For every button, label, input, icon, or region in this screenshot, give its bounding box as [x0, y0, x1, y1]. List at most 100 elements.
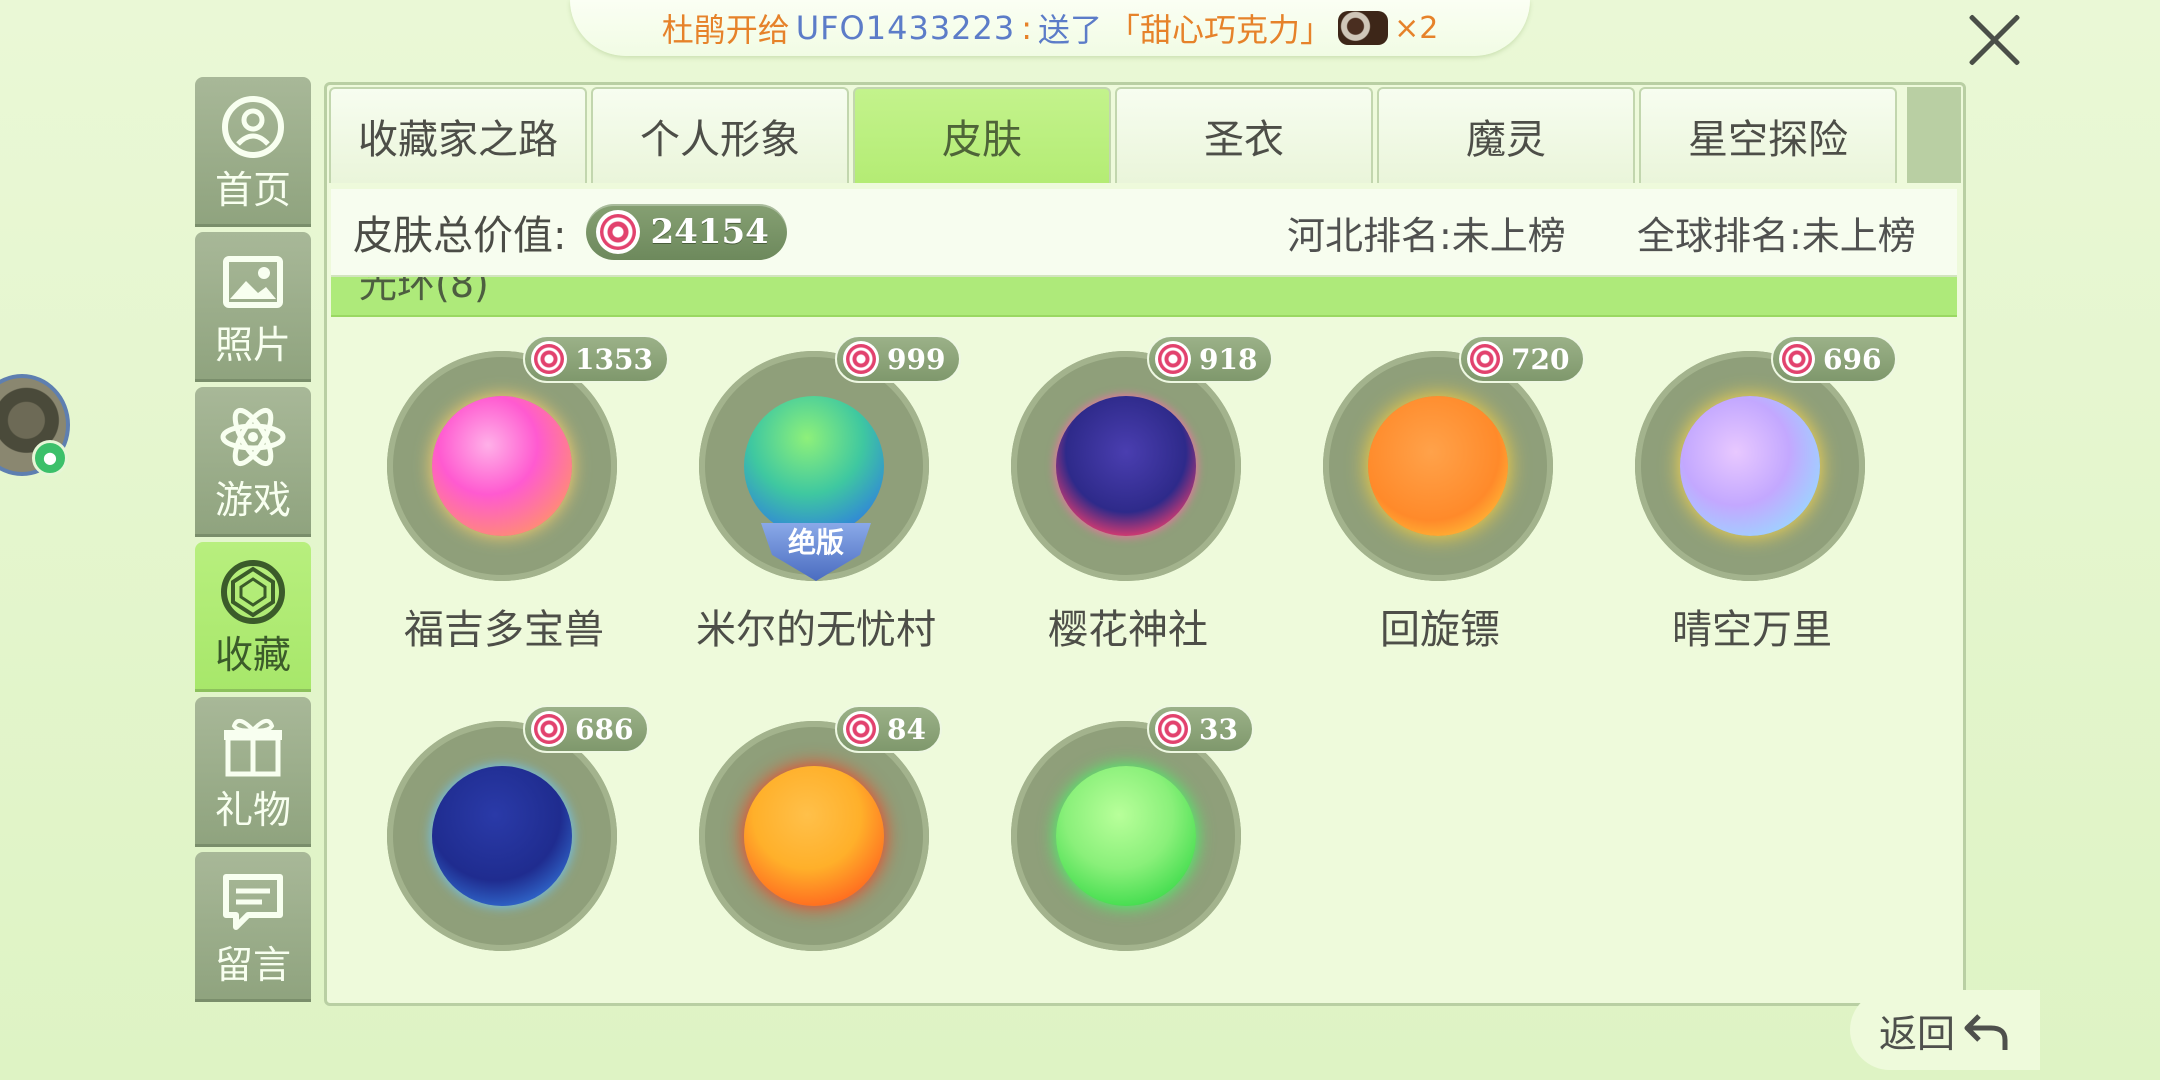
halo-orb: [1056, 396, 1196, 536]
skin-name: 晴空万里: [1672, 607, 1832, 653]
price-badge: 84: [835, 705, 942, 753]
skin-item[interactable]: 1353 福吉多宝兽: [339, 335, 669, 695]
candy-currency-icon: [1155, 711, 1191, 747]
price-value: 686: [575, 712, 634, 746]
sidebar-item-gift[interactable]: 礼物: [195, 697, 311, 847]
skin-item[interactable]: 84: [651, 705, 963, 1003]
skin-thumbnail: [387, 351, 617, 581]
collection-panel: 收藏家之路 个人形象 皮肤 圣衣 魔灵 星空探险 皮肤总价值: 24154 河北…: [324, 82, 1966, 1006]
total-value-badge: 24154: [586, 204, 787, 260]
skin-item[interactable]: 720 回旋镖: [1275, 335, 1587, 695]
price-value: 33: [1199, 712, 1238, 746]
skin-item[interactable]: 绝版 999 米尔的无忧村: [651, 335, 963, 695]
sidebar-item-label: 游戏: [214, 478, 291, 522]
tab-collector-road[interactable]: 收藏家之路: [329, 87, 587, 183]
candy-currency-icon: [1155, 341, 1191, 377]
price-value: 696: [1823, 342, 1882, 376]
banner-sender: 杜鹃开给: [661, 11, 790, 49]
candy-currency-icon: [1779, 341, 1815, 377]
sidebar-item-label: 礼物: [214, 788, 291, 832]
price-badge: 720: [1459, 335, 1586, 383]
price-value: 1353: [575, 342, 653, 376]
skin-thumbnail: [1323, 351, 1553, 581]
skin-name: 米尔的无忧村: [696, 607, 936, 653]
candy-currency-icon: [1467, 341, 1503, 377]
skin-thumbnail: [387, 721, 617, 951]
back-arrow-icon: [1964, 1014, 2008, 1050]
price-badge: 1353: [523, 335, 669, 383]
skin-value-summary: 皮肤总价值: 24154 河北排名:未上榜 全球排名:未上榜: [331, 189, 1957, 277]
skin-item[interactable]: 33: [963, 705, 1275, 1003]
close-icon[interactable]: [1964, 10, 2024, 70]
gift-icon: [224, 718, 282, 777]
sidebar-item-message[interactable]: 留言: [195, 852, 311, 1002]
price-badge: 999: [835, 335, 962, 383]
halo-orb: [1368, 396, 1508, 536]
gift-broadcast-banner: 杜鹃开给 UFO1433223 : 送了 「甜心巧克力」 ×2: [570, 0, 1530, 56]
sidebar-item-label: 照片: [214, 323, 291, 367]
tab-skins[interactable]: 皮肤: [853, 87, 1111, 183]
skin-item[interactable]: 918 樱花神社: [963, 335, 1275, 695]
halo-orb: [432, 396, 572, 536]
skin-name: 福吉多宝兽: [404, 607, 604, 653]
photo-icon: [223, 256, 283, 308]
halo-orb: [744, 766, 884, 906]
candy-currency-icon: [596, 210, 641, 254]
skin-name: 回旋镖: [1380, 607, 1500, 653]
total-value-label: 皮肤总价值:: [353, 213, 567, 259]
price-badge: 33: [1147, 705, 1254, 753]
halo-orb: [1680, 396, 1820, 536]
banner-text: 送了: [1038, 11, 1103, 49]
sidebar-item-home[interactable]: 首页: [195, 77, 311, 227]
banner-count: ×2: [1394, 10, 1439, 46]
price-value: 918: [1199, 342, 1258, 376]
home-icon: [222, 96, 284, 158]
back-label: 返回: [1878, 1011, 1955, 1056]
skin-thumbnail: [1011, 721, 1241, 951]
tab-bar: 收藏家之路 个人形象 皮肤 圣衣 魔灵 星空探险: [329, 87, 1901, 185]
price-badge: 686: [523, 705, 650, 753]
sidebar-item-label: 留言: [214, 943, 291, 987]
candy-currency-icon: [843, 341, 879, 377]
skin-thumbnail: [1011, 351, 1241, 581]
back-button[interactable]: 返回: [1850, 990, 2040, 1070]
candy-currency-icon: [843, 711, 879, 747]
candy-currency-icon: [531, 711, 567, 747]
skin-thumbnail: [1635, 351, 1865, 581]
skin-item[interactable]: 696 晴空万里: [1587, 335, 1899, 695]
category-header[interactable]: 光环(8): [331, 277, 1957, 317]
sidebar-item-photo[interactable]: 照片: [195, 232, 311, 382]
global-rank: 全球排名:未上榜: [1637, 213, 1916, 258]
message-icon: [223, 874, 283, 930]
banner-gift: 「甜心巧克力」: [1108, 11, 1333, 49]
tab-holy-clothes[interactable]: 圣衣: [1115, 87, 1373, 183]
halo-orb: [1056, 766, 1196, 906]
halo-orb: [432, 766, 572, 906]
category-label: 光环(8): [359, 277, 489, 306]
banner-receiver: UFO1433223: [795, 9, 1016, 47]
sidebar-item-games[interactable]: 游戏: [195, 387, 311, 537]
tab-bar-filler: [1907, 87, 1961, 183]
total-value: 24154: [650, 212, 769, 252]
candy-currency-icon: [531, 341, 567, 377]
price-badge: 696: [1771, 335, 1898, 383]
skin-item[interactable]: 686: [339, 705, 651, 1003]
hebei-rank: 河北排名:未上榜: [1287, 213, 1566, 258]
price-badge: 918: [1147, 335, 1274, 383]
tab-spirits[interactable]: 魔灵: [1377, 87, 1635, 183]
banner-separator: :: [1021, 9, 1033, 47]
chocolate-gift-icon: [1338, 11, 1389, 45]
sidebar-item-label: 首页: [214, 168, 291, 212]
price-value: 720: [1511, 342, 1570, 376]
price-value: 999: [887, 342, 946, 376]
halo-orb: [744, 396, 884, 536]
gem-icon: [221, 560, 285, 624]
tab-star-adventure[interactable]: 星空探险: [1639, 87, 1897, 183]
sidebar-item-collection[interactable]: 收藏: [195, 542, 311, 692]
sidebar-item-label: 收藏: [214, 633, 291, 677]
skin-thumbnail: [699, 721, 929, 951]
tab-personal-image[interactable]: 个人形象: [591, 87, 849, 183]
mic-icon: ●: [32, 440, 68, 476]
atom-icon: [220, 407, 286, 467]
skin-name: 樱花神社: [1048, 607, 1208, 653]
